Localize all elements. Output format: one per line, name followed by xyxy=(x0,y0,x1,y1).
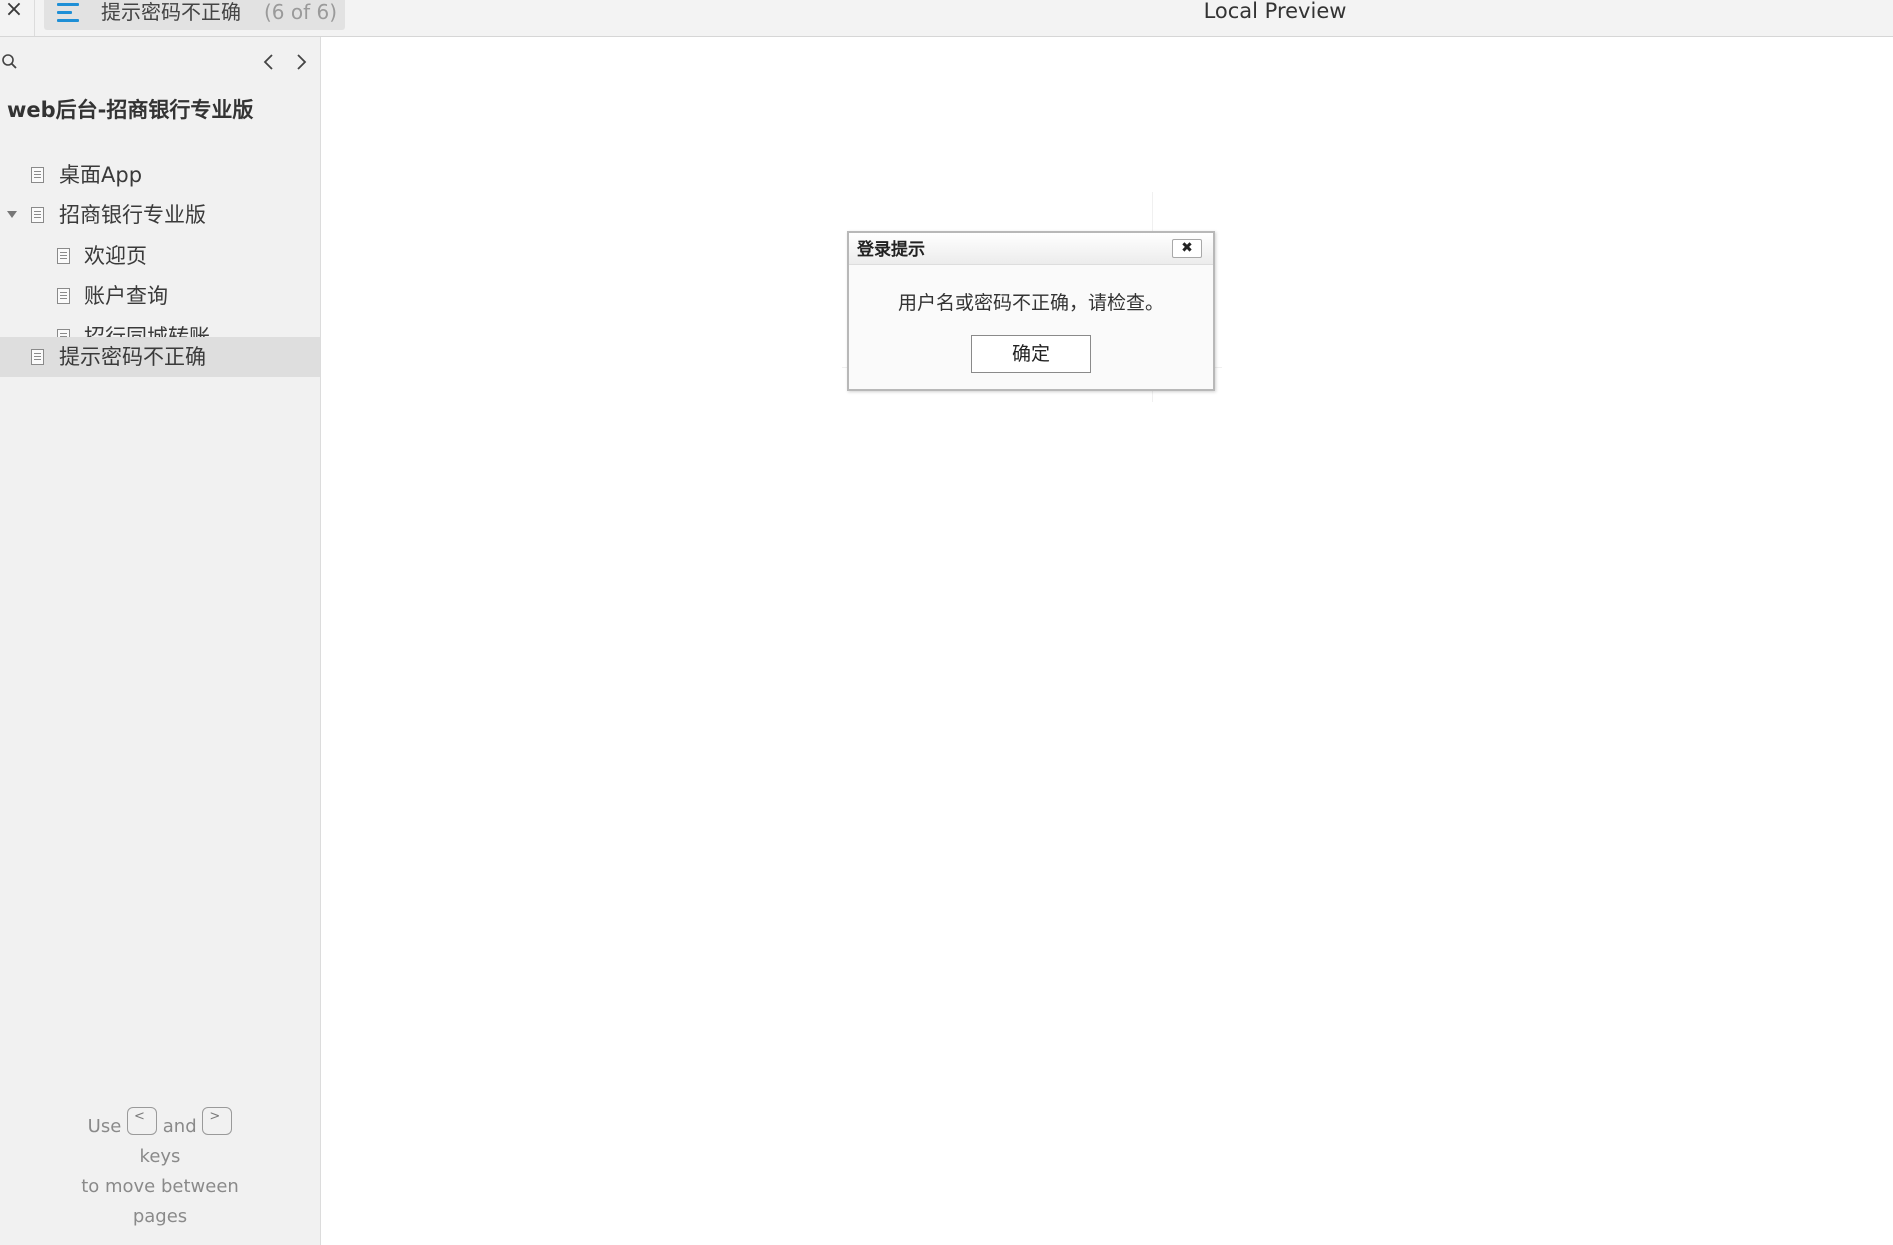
close-icon: ✖ xyxy=(1181,240,1193,256)
close-preview-button[interactable]: × xyxy=(4,0,24,22)
sidebar-item-label: 账户查询 xyxy=(84,284,168,308)
sidebar-item-desktop-app[interactable]: 桌面App xyxy=(0,155,320,195)
ok-button[interactable]: 确定 xyxy=(971,335,1091,373)
window-title: Local Preview xyxy=(1203,0,1347,23)
page-count: (6 of 6) xyxy=(264,0,338,24)
sidebar-item-wrong-password[interactable]: 提示密码不正确 xyxy=(0,337,320,377)
divider xyxy=(34,0,35,36)
hint-line-1: Use < and > xyxy=(0,1107,320,1142)
hint-text: to move between xyxy=(81,1176,239,1197)
previous-page-icon[interactable] xyxy=(258,51,280,73)
hint-text: pages xyxy=(132,1206,188,1227)
sidebar-item-label: 欢迎页 xyxy=(84,244,147,268)
search-icon[interactable] xyxy=(1,53,19,71)
page-icon xyxy=(31,349,44,365)
sidebar-item-label: 桌面App xyxy=(59,163,143,187)
sidebar-item-welcome[interactable]: 欢迎页 xyxy=(0,236,320,276)
page-selector-tab[interactable]: 提示密码不正确 (6 of 6) xyxy=(44,0,345,30)
project-title: web后台-招商银行专业版 xyxy=(7,98,254,122)
dialog-message: 用户名或密码不正确，请检查。 xyxy=(897,292,1164,314)
page-icon xyxy=(57,248,70,264)
next-page-icon[interactable] xyxy=(290,51,312,73)
dialog-title: 登录提示 xyxy=(857,240,925,260)
sidebar-item-cmb-pro[interactable]: 招商银行专业版 xyxy=(0,195,320,235)
page-icon xyxy=(31,207,44,223)
menu-icon xyxy=(57,2,81,24)
dialog-close-button[interactable]: ✖ xyxy=(1172,239,1202,258)
sidebar-item-account-query[interactable]: 账户查询 xyxy=(0,276,320,316)
hint-text: keys xyxy=(139,1146,181,1167)
hint-text: and xyxy=(162,1116,197,1137)
caret-down-icon[interactable] xyxy=(6,210,18,220)
sidebar: web后台-招商银行专业版 桌面App 招商银行专业版 欢迎页 账户查询 提示密… xyxy=(0,37,321,1245)
right-key-icon: > xyxy=(202,1107,233,1135)
page-icon xyxy=(57,288,70,304)
sidebar-item-label: 招商银行专业版 xyxy=(59,203,206,227)
dialog-header: 登录提示 ✖ xyxy=(849,233,1213,265)
current-page-title: 提示密码不正确 xyxy=(101,0,241,24)
left-key-icon: < xyxy=(127,1107,158,1135)
login-alert-dialog: 登录提示 ✖ 用户名或密码不正确，请检查。 确定 xyxy=(847,231,1215,391)
preview-canvas: 登录提示 ✖ 用户名或密码不正确，请检查。 确定 xyxy=(322,37,1893,1245)
hint-text: Use xyxy=(87,1116,122,1137)
sidebar-item-label: 提示密码不正确 xyxy=(59,345,206,369)
page-icon xyxy=(31,167,44,183)
top-bar: × 提示密码不正确 (6 of 6) Local Preview xyxy=(0,0,1893,37)
keyboard-hint: Use < and > keys to move between pages xyxy=(0,1107,320,1232)
